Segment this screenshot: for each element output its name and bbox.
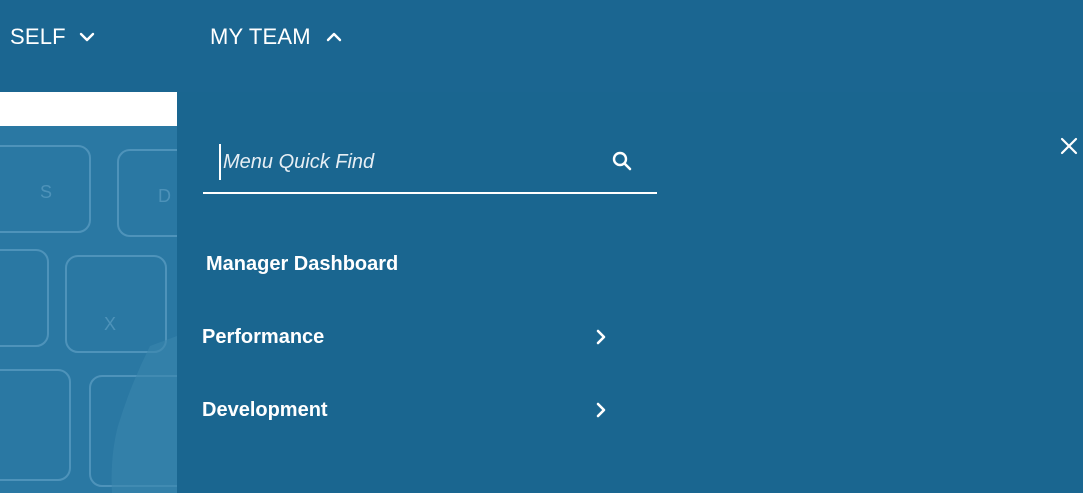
menu-item-label: Manager Dashboard: [206, 252, 399, 275]
menu-quick-find-input[interactable]: [219, 144, 583, 180]
search-underline: [203, 192, 657, 194]
chevron-up-icon: [326, 32, 342, 42]
menu-item-label: Performance: [202, 325, 325, 348]
menu-item-label: Development: [202, 398, 328, 421]
menu-item-performance[interactable]: Performance: [202, 319, 622, 355]
svg-text:X: X: [104, 314, 116, 334]
nav-self-menu[interactable]: SELF: [10, 22, 96, 52]
menu-item-development[interactable]: Development: [202, 392, 622, 428]
menu-item-manager-dashboard[interactable]: Manager Dashboard: [206, 246, 606, 282]
svg-text:S: S: [40, 182, 52, 202]
top-nav: SELF MY TEAM: [0, 0, 1083, 92]
keyboard-image: S D X: [0, 126, 177, 493]
background-white-bar: [0, 92, 177, 126]
chevron-right-icon: [596, 329, 606, 345]
search-icon[interactable]: [611, 150, 633, 172]
menu-quick-find: [203, 134, 657, 198]
menu-panel: Manager Dashboard Performance Developmen…: [177, 92, 1083, 493]
background-image-panel: S D X: [0, 92, 177, 493]
nav-my-team-label: MY TEAM: [210, 24, 311, 49]
page: SELF MY TEAM S D X Menu Quick Find Manag…: [0, 0, 1083, 493]
nav-my-team-menu[interactable]: MY TEAM: [210, 22, 343, 52]
nav-self-label: SELF: [10, 24, 66, 49]
svg-text:D: D: [158, 186, 171, 206]
close-icon[interactable]: [1059, 136, 1079, 156]
chevron-right-icon: [596, 402, 606, 418]
chevron-down-icon: [79, 32, 95, 42]
